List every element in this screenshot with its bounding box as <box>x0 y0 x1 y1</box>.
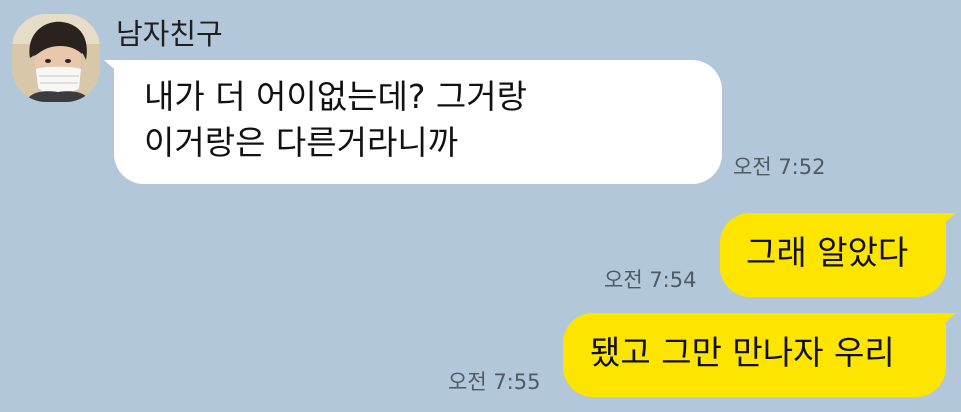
outgoing-message-bubble[interactable]: 됐고 그만 만나자 우리 <box>563 313 946 397</box>
incoming-message-bubble[interactable]: 내가 더 어이없는데? 그거랑 이거랑은 다른거라니까 <box>114 60 722 184</box>
sender-name: 남자친구 <box>116 17 223 51</box>
message-text: 됐고 그만 만나자 우리 <box>590 333 895 372</box>
profile-photo-icon <box>12 14 100 102</box>
message-text-line: 이거랑은 다른거라니까 <box>144 123 459 162</box>
message-timestamp: 오전 7:54 <box>604 268 697 292</box>
outgoing-message-bubble[interactable]: 그래 알았다 <box>720 213 946 297</box>
message-timestamp: 오전 7:52 <box>733 155 826 179</box>
message-timestamp: 오전 7:55 <box>448 370 541 394</box>
message-text: 그래 알았다 <box>746 233 909 272</box>
chat-room: 남자친구 내가 더 어이없는데? 그거랑 이거랑은 다른거라니까 오전 7:52… <box>0 0 961 412</box>
avatar[interactable] <box>12 14 100 102</box>
message-text-line: 내가 더 어이없는데? 그거랑 <box>144 77 527 116</box>
